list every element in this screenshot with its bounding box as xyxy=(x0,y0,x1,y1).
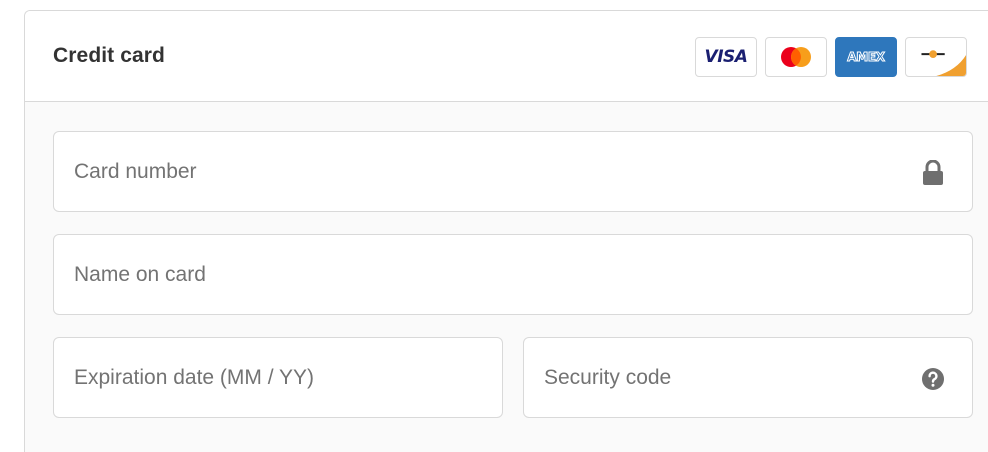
name-on-card-field[interactable] xyxy=(53,234,973,315)
amex-logo-icon: AMEX xyxy=(835,37,897,77)
help-icon[interactable] xyxy=(920,366,946,392)
expiration-date-input[interactable] xyxy=(74,338,482,417)
name-on-card-input[interactable] xyxy=(74,235,912,314)
lock-icon xyxy=(920,160,946,186)
security-code-input[interactable] xyxy=(544,338,912,417)
discover-logo-icon xyxy=(905,37,967,77)
amex-logo-text: AMEX xyxy=(847,50,886,65)
visa-logo-icon: VISA xyxy=(695,37,757,77)
expiration-date-field[interactable] xyxy=(53,337,503,418)
credit-card-header[interactable]: Credit card VISA AMEX xyxy=(25,11,988,102)
credit-card-panel: Credit card VISA AMEX xyxy=(24,10,988,452)
discover-mark xyxy=(921,50,966,76)
accepted-cards: VISA AMEX xyxy=(695,37,967,77)
security-code-field[interactable] xyxy=(523,337,973,418)
mastercard-circles xyxy=(781,47,811,67)
visa-logo-text: VISA xyxy=(704,47,748,67)
mastercard-logo-icon xyxy=(765,37,827,77)
card-number-input[interactable] xyxy=(74,132,912,211)
payment-method-title: Credit card xyxy=(53,44,165,67)
card-number-field[interactable] xyxy=(53,131,973,212)
